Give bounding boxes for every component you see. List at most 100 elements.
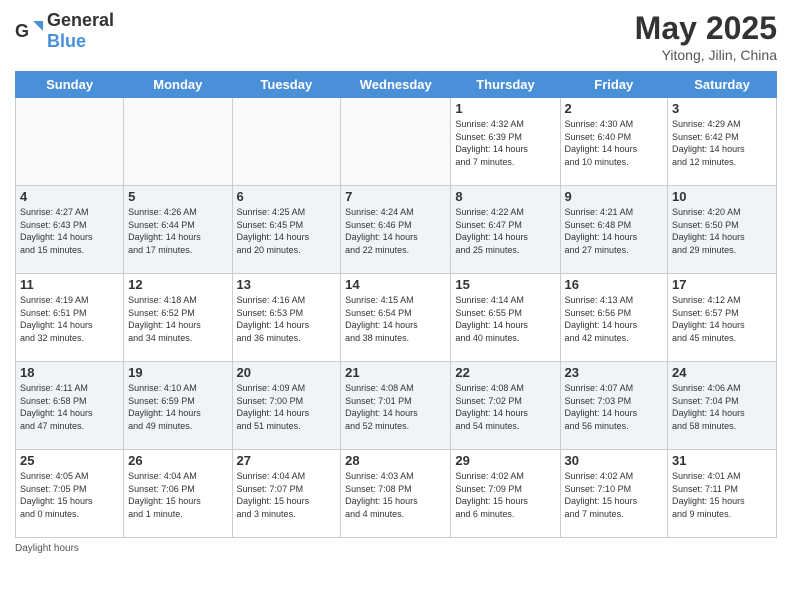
logo-general: General bbox=[47, 10, 114, 30]
calendar-cell: 12 Sunrise: 4:18 AM Sunset: 6:52 PM Dayli… bbox=[124, 274, 232, 362]
calendar-cell: 26Sunrise: 4:04 AM Sunset: 7:06 PM Dayli… bbox=[124, 450, 232, 538]
calendar-cell: 10Sunrise: 4:20 AM Sunset: 6:50 PM Dayli… bbox=[668, 186, 777, 274]
week-row-0: 1Sunrise: 4:32 AM Sunset: 6:39 PM Daylig… bbox=[16, 98, 777, 186]
day-info: Sunrise: 4:15 AM Sunset: 6:54 PM Dayligh… bbox=[345, 294, 446, 344]
calendar-cell: 30 Sunrise: 4:02 AM Sunset: 7:10 PM Dayli… bbox=[560, 450, 668, 538]
calendar-cell: 3Sunrise: 4:29 AM Sunset: 6:42 PM Daylig… bbox=[668, 98, 777, 186]
day-info: Sunrise: 4:25 AM Sunset: 6:45 PM Dayligh… bbox=[237, 206, 337, 256]
day-info: Sunrise: 4:02 AM Sunset: 7:10 PM Dayligh… bbox=[565, 470, 664, 520]
calendar-cell: 4Sunrise: 4:27 AM Sunset: 6:43 PM Daylig… bbox=[16, 186, 124, 274]
day-number: 2 bbox=[565, 101, 664, 116]
day-number: 12 bbox=[128, 277, 227, 292]
day-info: Sunrise: 4:05 AM Sunset: 7:05 PM Dayligh… bbox=[20, 470, 119, 520]
day-number: 20 bbox=[237, 365, 337, 380]
header-wednesday: Wednesday bbox=[341, 72, 451, 98]
day-info: Sunrise: 4:12 AM Sunset: 6:57 PM Dayligh… bbox=[672, 294, 772, 344]
day-info: Sunrise: 4:29 AM Sunset: 6:42 PM Dayligh… bbox=[672, 118, 772, 168]
calendar-cell: 27Sunrise: 4:04 AM Sunset: 7:07 PM Dayli… bbox=[232, 450, 341, 538]
header-friday: Friday bbox=[560, 72, 668, 98]
day-info: Sunrise: 4:03 AM Sunset: 7:08 PM Dayligh… bbox=[345, 470, 446, 520]
calendar-cell: 11 Sunrise: 4:19 AM Sunset: 6:51 PM Dayli… bbox=[16, 274, 124, 362]
day-info: Sunrise: 4:20 AM Sunset: 6:50 PM Dayligh… bbox=[672, 206, 772, 256]
calendar-cell: 21 Sunrise: 4:08 AM Sunset: 7:01 PM Dayli… bbox=[341, 362, 451, 450]
day-number: 21 bbox=[345, 365, 446, 380]
week-row-4: 25 Sunrise: 4:05 AM Sunset: 7:05 PM Dayli… bbox=[16, 450, 777, 538]
day-number: 5 bbox=[128, 189, 227, 204]
day-number: 4 bbox=[20, 189, 119, 204]
week-row-2: 11 Sunrise: 4:19 AM Sunset: 6:51 PM Dayli… bbox=[16, 274, 777, 362]
day-number: 11 bbox=[20, 277, 119, 292]
day-number: 26 bbox=[128, 453, 227, 468]
day-info: Sunrise: 4:26 AM Sunset: 6:44 PM Dayligh… bbox=[128, 206, 227, 256]
day-info: Sunrise: 4:18 AM Sunset: 6:52 PM Dayligh… bbox=[128, 294, 227, 344]
calendar-cell bbox=[124, 98, 232, 186]
calendar-cell bbox=[232, 98, 341, 186]
calendar-cell: 31 Sunrise: 4:01 AM Sunset: 7:11 PM Dayli… bbox=[668, 450, 777, 538]
day-info: Sunrise: 4:11 AM Sunset: 6:58 PM Dayligh… bbox=[20, 382, 119, 432]
calendar-cell: 7 Sunrise: 4:24 AM Sunset: 6:46 PM Daylig… bbox=[341, 186, 451, 274]
daylight-label: Daylight hours bbox=[15, 543, 79, 554]
header-monday: Monday bbox=[124, 72, 232, 98]
header-tuesday: Tuesday bbox=[232, 72, 341, 98]
calendar-cell: 8 Sunrise: 4:22 AM Sunset: 6:47 PM Daylig… bbox=[451, 186, 560, 274]
calendar-cell: 15Sunrise: 4:14 AM Sunset: 6:55 PM Dayli… bbox=[451, 274, 560, 362]
day-info: Sunrise: 4:02 AM Sunset: 7:09 PM Dayligh… bbox=[455, 470, 555, 520]
day-number: 7 bbox=[345, 189, 446, 204]
day-number: 6 bbox=[237, 189, 337, 204]
day-info: Sunrise: 4:08 AM Sunset: 7:01 PM Dayligh… bbox=[345, 382, 446, 432]
calendar-cell: 28 Sunrise: 4:03 AM Sunset: 7:08 PM Dayli… bbox=[341, 450, 451, 538]
day-info: Sunrise: 4:06 AM Sunset: 7:04 PM Dayligh… bbox=[672, 382, 772, 432]
footer-note: Daylight hours bbox=[15, 543, 777, 554]
calendar-cell: 22Sunrise: 4:08 AM Sunset: 7:02 PM Dayli… bbox=[451, 362, 560, 450]
day-info: Sunrise: 4:13 AM Sunset: 6:56 PM Dayligh… bbox=[565, 294, 664, 344]
day-number: 16 bbox=[565, 277, 664, 292]
calendar-cell: 23 Sunrise: 4:07 AM Sunset: 7:03 PM Dayli… bbox=[560, 362, 668, 450]
day-number: 25 bbox=[20, 453, 119, 468]
logo-icon: G bbox=[15, 17, 43, 45]
calendar-cell: 16 Sunrise: 4:13 AM Sunset: 6:56 PM Dayli… bbox=[560, 274, 668, 362]
day-number: 13 bbox=[237, 277, 337, 292]
day-number: 8 bbox=[455, 189, 555, 204]
month-year: May 2025 bbox=[635, 10, 777, 47]
day-number: 29 bbox=[455, 453, 555, 468]
calendar-cell: 1Sunrise: 4:32 AM Sunset: 6:39 PM Daylig… bbox=[451, 98, 560, 186]
svg-text:G: G bbox=[15, 21, 29, 41]
weekday-header-row: Sunday Monday Tuesday Wednesday Thursday… bbox=[16, 72, 777, 98]
day-number: 9 bbox=[565, 189, 664, 204]
day-number: 28 bbox=[345, 453, 446, 468]
calendar-cell bbox=[16, 98, 124, 186]
week-row-1: 4Sunrise: 4:27 AM Sunset: 6:43 PM Daylig… bbox=[16, 186, 777, 274]
day-info: Sunrise: 4:07 AM Sunset: 7:03 PM Dayligh… bbox=[565, 382, 664, 432]
day-info: Sunrise: 4:16 AM Sunset: 6:53 PM Dayligh… bbox=[237, 294, 337, 344]
day-info: Sunrise: 4:19 AM Sunset: 6:51 PM Dayligh… bbox=[20, 294, 119, 344]
day-number: 1 bbox=[455, 101, 555, 116]
header: G General Blue May 2025 Yitong, Jilin, C… bbox=[15, 10, 777, 63]
logo-text: General Blue bbox=[47, 10, 114, 52]
calendar-cell: 6 Sunrise: 4:25 AM Sunset: 6:45 PM Daylig… bbox=[232, 186, 341, 274]
day-info: Sunrise: 4:22 AM Sunset: 6:47 PM Dayligh… bbox=[455, 206, 555, 256]
logo: G General Blue bbox=[15, 10, 114, 52]
day-number: 22 bbox=[455, 365, 555, 380]
logo-blue: Blue bbox=[47, 31, 86, 51]
day-info: Sunrise: 4:04 AM Sunset: 7:07 PM Dayligh… bbox=[237, 470, 337, 520]
day-number: 31 bbox=[672, 453, 772, 468]
day-number: 18 bbox=[20, 365, 119, 380]
calendar-cell: 9 Sunrise: 4:21 AM Sunset: 6:48 PM Daylig… bbox=[560, 186, 668, 274]
day-number: 19 bbox=[128, 365, 227, 380]
day-number: 14 bbox=[345, 277, 446, 292]
calendar-cell bbox=[341, 98, 451, 186]
day-info: Sunrise: 4:01 AM Sunset: 7:11 PM Dayligh… bbox=[672, 470, 772, 520]
day-number: 24 bbox=[672, 365, 772, 380]
week-row-3: 18 Sunrise: 4:11 AM Sunset: 6:58 PM Dayli… bbox=[16, 362, 777, 450]
day-number: 30 bbox=[565, 453, 664, 468]
day-number: 23 bbox=[565, 365, 664, 380]
day-info: Sunrise: 4:24 AM Sunset: 6:46 PM Dayligh… bbox=[345, 206, 446, 256]
calendar-cell: 13 Sunrise: 4:16 AM Sunset: 6:53 PM Dayli… bbox=[232, 274, 341, 362]
calendar-cell: 14 Sunrise: 4:15 AM Sunset: 6:54 PM Dayli… bbox=[341, 274, 451, 362]
location: Yitong, Jilin, China bbox=[635, 47, 777, 63]
day-info: Sunrise: 4:30 AM Sunset: 6:40 PM Dayligh… bbox=[565, 118, 664, 168]
day-info: Sunrise: 4:21 AM Sunset: 6:48 PM Dayligh… bbox=[565, 206, 664, 256]
header-thursday: Thursday bbox=[451, 72, 560, 98]
day-info: Sunrise: 4:14 AM Sunset: 6:55 PM Dayligh… bbox=[455, 294, 555, 344]
page: G General Blue May 2025 Yitong, Jilin, C… bbox=[0, 0, 792, 612]
